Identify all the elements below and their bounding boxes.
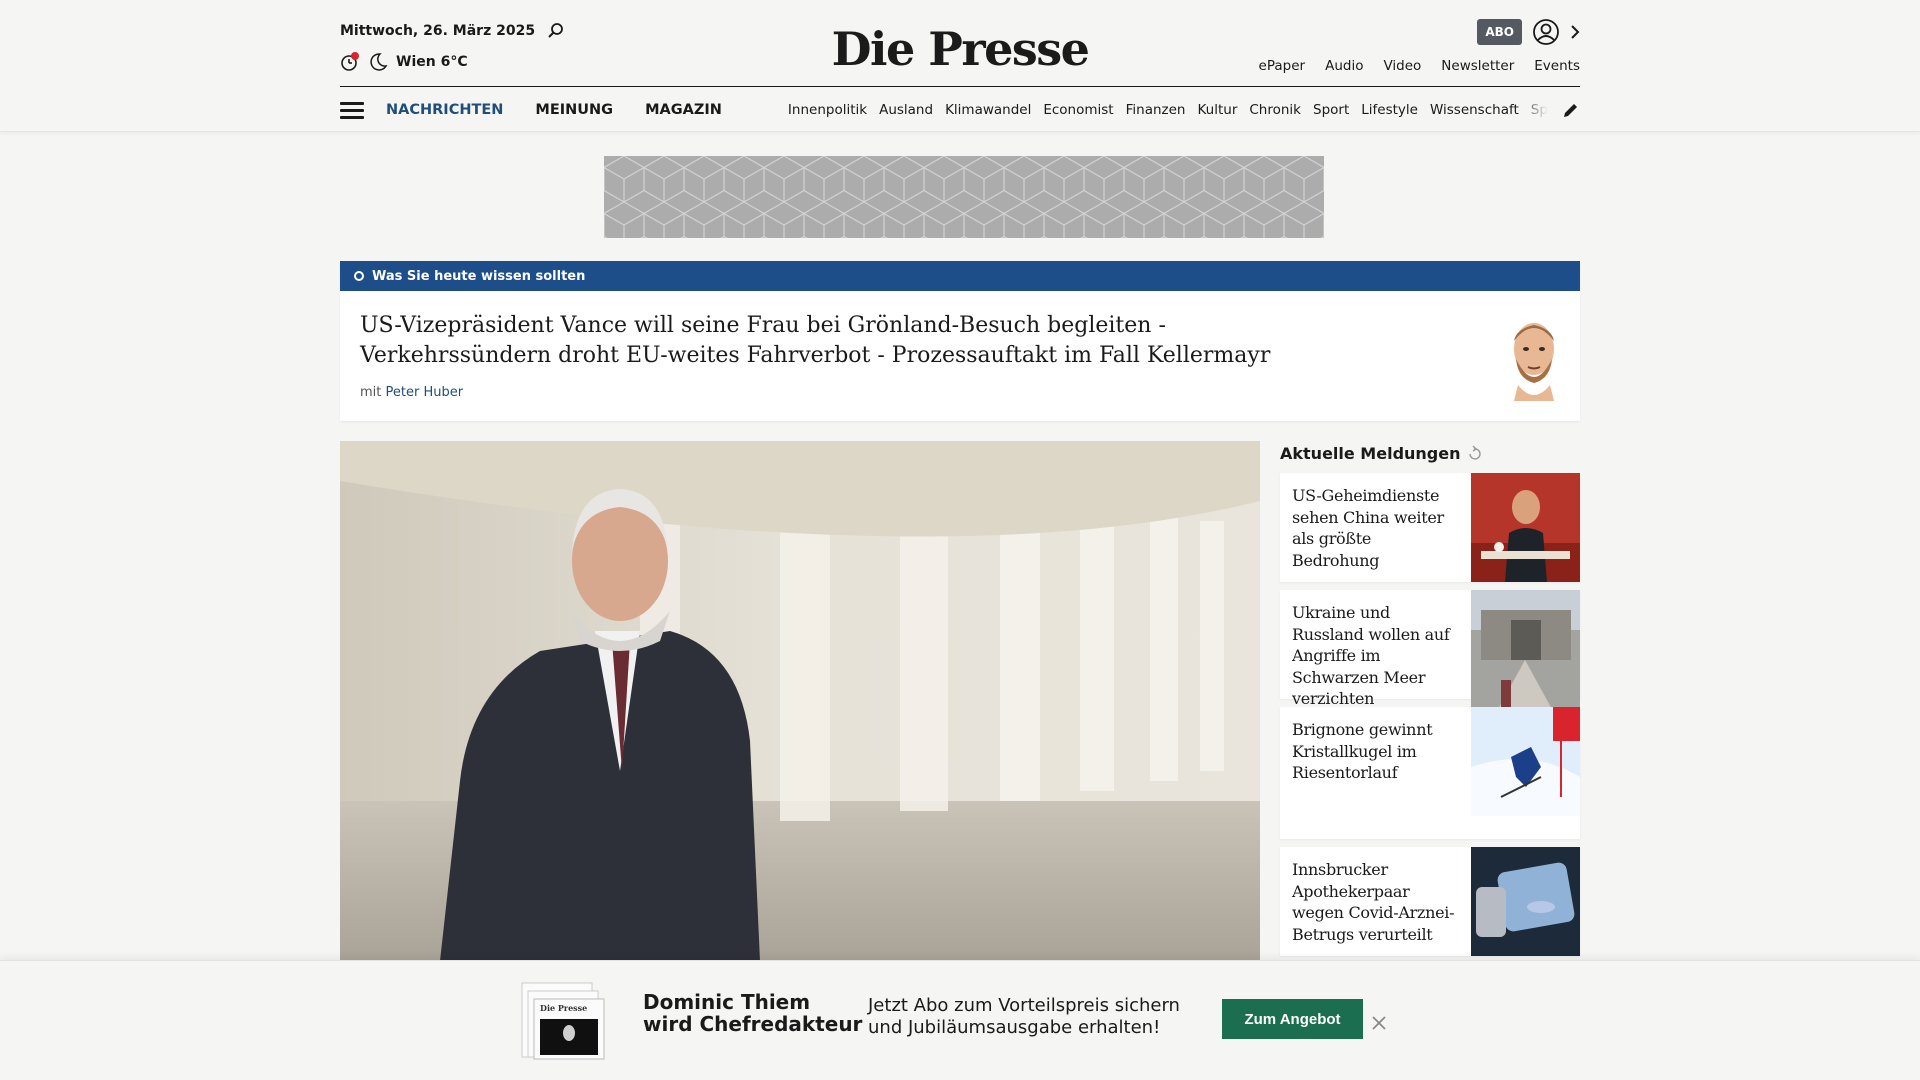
header-right: ABO ePaper Audio Video Newsletter Events [1259, 18, 1580, 74]
news-title[interactable]: Innsbrucker Apothekerpaar wegen Covid-Ar… [1280, 847, 1471, 956]
subscription-promo-bar: Die Presse Dominic Thiem wird Chefredakt… [0, 960, 1920, 1080]
briefing-label-bar: Was Sie heute wissen sollten [340, 261, 1580, 291]
byline-prefix: mit [360, 385, 382, 400]
nav-meinung[interactable]: MEINUNG [535, 102, 613, 118]
abo-button[interactable]: ABO [1477, 19, 1522, 45]
site-logo[interactable]: Die Presse [0, 22, 1920, 76]
nav-sport[interactable]: Sport [1313, 102, 1349, 118]
nav-nachrichten[interactable]: NACHRICHTEN [386, 102, 503, 118]
news-title[interactable]: Brignone gewinnt Kristallkugel im Riesen… [1280, 707, 1471, 839]
nav-sub-sections: Innenpolitik Ausland Klimawandel Economi… [788, 102, 1548, 118]
author-avatar [1504, 319, 1564, 401]
menu-icon[interactable] [340, 98, 364, 123]
latest-news-title: Aktuelle Meldungen [1280, 443, 1461, 463]
link-events[interactable]: Events [1534, 58, 1580, 74]
latest-news-panel: Aktuelle Meldungen US-Geheimdienste sehe… [1280, 441, 1580, 956]
live-dot-icon [354, 271, 364, 281]
newspaper-bundle-logo: Die Presse [540, 1003, 587, 1013]
refresh-icon [1467, 445, 1483, 461]
nav-divider [340, 86, 1580, 87]
news-title[interactable]: US-Geheimdienste sehen China weiter als … [1280, 473, 1471, 582]
close-icon[interactable] [1372, 1011, 1386, 1035]
news-title[interactable]: Ukraine und Russland wollen auf Angriffe… [1280, 590, 1471, 708]
user-icon[interactable] [1532, 18, 1560, 46]
account-area: ABO [1259, 18, 1580, 46]
news-item[interactable]: Innsbrucker Apothekerpaar wegen Covid-Ar… [1280, 847, 1580, 956]
pencil-icon[interactable] [1562, 101, 1580, 119]
ad-banner[interactable] [604, 156, 1324, 238]
briefing-label: Was Sie heute wissen sollten [372, 268, 586, 284]
offer-button[interactable]: Zum Angebot [1222, 999, 1363, 1039]
link-newsletter[interactable]: Newsletter [1441, 58, 1514, 74]
nav-magazin[interactable]: MAGAZIN [645, 102, 722, 118]
newspaper-bundle-image: Die Presse [520, 981, 606, 1061]
nav-spectrum[interactable]: Spectrum [1531, 102, 1548, 118]
news-item[interactable]: Ukraine und Russland wollen auf Angriffe… [1280, 590, 1580, 722]
briefing-byline: mit Peter Huber [360, 385, 1580, 400]
news-thumbnail[interactable] [1471, 473, 1580, 582]
promo-text-line2: und Jubiläumsausgabe erhalten! [868, 1017, 1161, 1038]
promo-headline-line1: Dominic Thiem [643, 990, 811, 1014]
news-thumbnail[interactable] [1471, 590, 1580, 722]
nav-finanzen[interactable]: Finanzen [1126, 102, 1186, 118]
main-nav: NACHRICHTEN MEINUNG MAGAZIN Innenpolitik… [340, 92, 1580, 128]
top-links: ePaper Audio Video Newsletter Events [1259, 58, 1580, 74]
link-video[interactable]: Video [1383, 58, 1421, 74]
nav-lifestyle[interactable]: Lifestyle [1361, 102, 1418, 118]
nav-ausland[interactable]: Ausland [879, 102, 933, 118]
promo-text-line1: Jetzt Abo zum Vorteilspreis sichern [868, 995, 1180, 1016]
nav-klimawandel[interactable]: Klimawandel [945, 102, 1031, 118]
news-item[interactable]: Brignone gewinnt Kristallkugel im Riesen… [1280, 707, 1580, 839]
nav-main-sections: NACHRICHTEN MEINUNG MAGAZIN [386, 102, 722, 118]
byline-author[interactable]: Peter Huber [386, 385, 464, 400]
news-thumbnail[interactable] [1471, 847, 1580, 956]
nav-chronik[interactable]: Chronik [1249, 102, 1301, 118]
promo-headline: Dominic Thiem wird Chefredakteur [643, 991, 862, 1035]
promo-text: Jetzt Abo zum Vorteilspreis sichern und … [868, 995, 1180, 1039]
nav-kultur[interactable]: Kultur [1197, 102, 1237, 118]
link-epaper[interactable]: ePaper [1259, 58, 1306, 74]
briefing-headline[interactable]: US-Vizepräsident Vance will seine Frau b… [360, 311, 1280, 371]
site-header: Mittwoch, 26. März 2025 Wien 6°C Die Pre… [0, 0, 1920, 132]
daily-briefing-box[interactable]: Was Sie heute wissen sollten US-Vizepräs… [340, 261, 1580, 421]
promo-headline-line2: wird Chefredakteur [643, 1012, 863, 1036]
news-item[interactable]: US-Geheimdienste sehen China weiter als … [1280, 473, 1580, 582]
latest-news-list: US-Geheimdienste sehen China weiter als … [1280, 473, 1580, 956]
chevron-right-icon[interactable] [1570, 24, 1580, 40]
hero-image[interactable] [340, 441, 1260, 961]
nav-wissenschaft[interactable]: Wissenschaft [1430, 102, 1519, 118]
nav-economist[interactable]: Economist [1043, 102, 1113, 118]
latest-news-heading: Aktuelle Meldungen [1280, 441, 1580, 465]
nav-innenpolitik[interactable]: Innenpolitik [788, 102, 867, 118]
news-thumbnail[interactable] [1471, 707, 1580, 839]
link-audio[interactable]: Audio [1325, 58, 1363, 74]
